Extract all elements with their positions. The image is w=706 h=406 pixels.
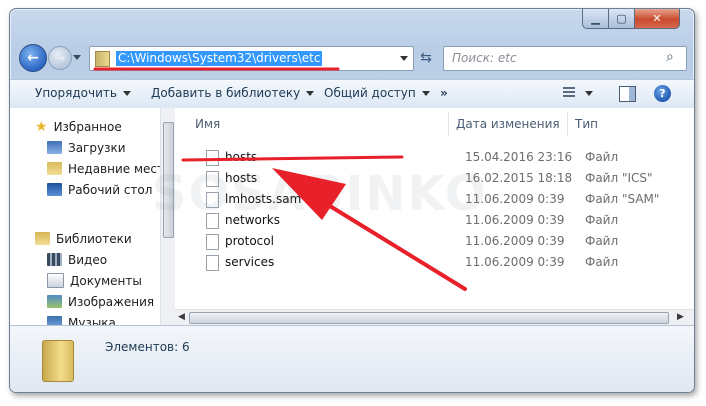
arrow-head-icon bbox=[272, 168, 346, 220]
annotation-overlay bbox=[93, 67, 467, 291]
hosts-underline bbox=[181, 155, 404, 162]
arrow-shaft bbox=[310, 193, 467, 291]
